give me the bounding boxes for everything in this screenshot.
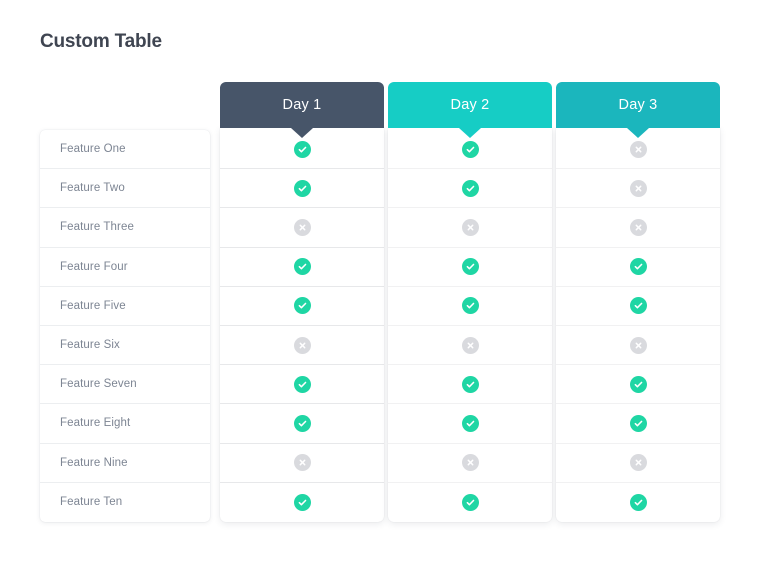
cross-circle-icon <box>629 336 647 354</box>
feature-label: Feature Eight <box>60 417 131 430</box>
table-row <box>388 287 552 326</box>
table-row <box>556 169 720 209</box>
table-row <box>388 444 552 483</box>
table-row <box>220 444 384 483</box>
check-circle-icon <box>293 258 311 276</box>
feature-row: Feature Nine <box>40 444 210 483</box>
table-row <box>556 483 720 522</box>
day-column[interactable]: Day 1 <box>220 82 384 522</box>
check-circle-icon <box>461 297 479 315</box>
check-circle-icon <box>461 375 479 393</box>
day-column-title: Day 3 <box>618 97 658 113</box>
page-title: Custom Table <box>40 31 162 52</box>
day-column-header[interactable]: Day 1 <box>220 82 384 128</box>
cross-circle-icon <box>293 454 311 472</box>
feature-row: Feature One <box>40 130 210 170</box>
table-row <box>556 404 720 444</box>
feature-row: Feature Three <box>40 208 210 248</box>
table-row <box>556 326 720 366</box>
feature-label: Feature Four <box>60 260 128 273</box>
feature-row: Feature Four <box>40 248 210 287</box>
feature-row: Feature Seven <box>40 365 210 405</box>
feature-label: Feature Seven <box>60 378 137 391</box>
day-column[interactable]: Day 3 <box>556 82 720 522</box>
cross-circle-icon <box>461 218 479 236</box>
check-circle-icon <box>629 493 647 511</box>
day-column[interactable]: Day 2 <box>388 82 552 522</box>
day-column-body <box>220 128 384 522</box>
table-row <box>388 404 552 444</box>
check-circle-icon <box>629 258 647 276</box>
cross-circle-icon <box>293 218 311 236</box>
feature-label: Feature Six <box>60 339 120 352</box>
cross-circle-icon <box>461 454 479 472</box>
table-row <box>220 248 384 287</box>
table-row <box>556 444 720 483</box>
cross-circle-icon <box>629 179 647 197</box>
table-row <box>388 365 552 405</box>
check-circle-icon <box>461 493 479 511</box>
day-column-body <box>556 128 720 522</box>
feature-label: Feature Three <box>60 221 134 234</box>
feature-label: Feature Ten <box>60 496 123 509</box>
feature-row: Feature Two <box>40 169 210 209</box>
table-row <box>388 248 552 287</box>
feature-row: Feature Six <box>40 326 210 366</box>
header-pointer-arrow-icon <box>627 128 649 138</box>
day-column-title: Day 2 <box>450 97 490 113</box>
cross-circle-icon <box>629 454 647 472</box>
check-circle-icon <box>629 297 647 315</box>
check-circle-icon <box>293 140 311 158</box>
table-row <box>556 208 720 248</box>
check-circle-icon <box>293 375 311 393</box>
table-row <box>388 208 552 248</box>
feature-row: Feature Eight <box>40 404 210 444</box>
table-row <box>220 208 384 248</box>
feature-label: Feature Five <box>60 299 126 312</box>
cross-circle-icon <box>461 336 479 354</box>
check-circle-icon <box>293 493 311 511</box>
table-row <box>220 365 384 405</box>
feature-label: Feature Two <box>60 182 125 195</box>
feature-row: Feature Ten <box>40 483 210 522</box>
check-circle-icon <box>461 140 479 158</box>
table-row <box>388 169 552 209</box>
table-row <box>556 365 720 405</box>
feature-label: Feature Nine <box>60 456 128 469</box>
cross-circle-icon <box>293 336 311 354</box>
table-row <box>220 169 384 209</box>
table-row <box>556 287 720 326</box>
table-row <box>220 326 384 366</box>
day-column-header[interactable]: Day 3 <box>556 82 720 128</box>
table-row <box>388 326 552 366</box>
feature-label: Feature One <box>60 143 126 156</box>
table-row <box>388 483 552 522</box>
check-circle-icon <box>461 179 479 197</box>
check-circle-icon <box>629 414 647 432</box>
day-column-body <box>388 128 552 522</box>
table-row <box>556 248 720 287</box>
day-column-title: Day 1 <box>282 97 322 113</box>
cross-circle-icon <box>629 140 647 158</box>
table-row <box>220 483 384 522</box>
header-pointer-arrow-icon <box>291 128 313 138</box>
check-circle-icon <box>461 414 479 432</box>
day-column-header[interactable]: Day 2 <box>388 82 552 128</box>
feature-row: Feature Five <box>40 287 210 326</box>
check-circle-icon <box>293 179 311 197</box>
table-row <box>220 287 384 326</box>
check-circle-icon <box>293 414 311 432</box>
check-circle-icon <box>461 258 479 276</box>
cross-circle-icon <box>629 218 647 236</box>
check-circle-icon <box>293 297 311 315</box>
check-circle-icon <box>629 375 647 393</box>
table-row <box>220 404 384 444</box>
header-pointer-arrow-icon <box>459 128 481 138</box>
feature-name-panel: Feature One Feature Two Feature Three Featu… <box>40 130 210 522</box>
